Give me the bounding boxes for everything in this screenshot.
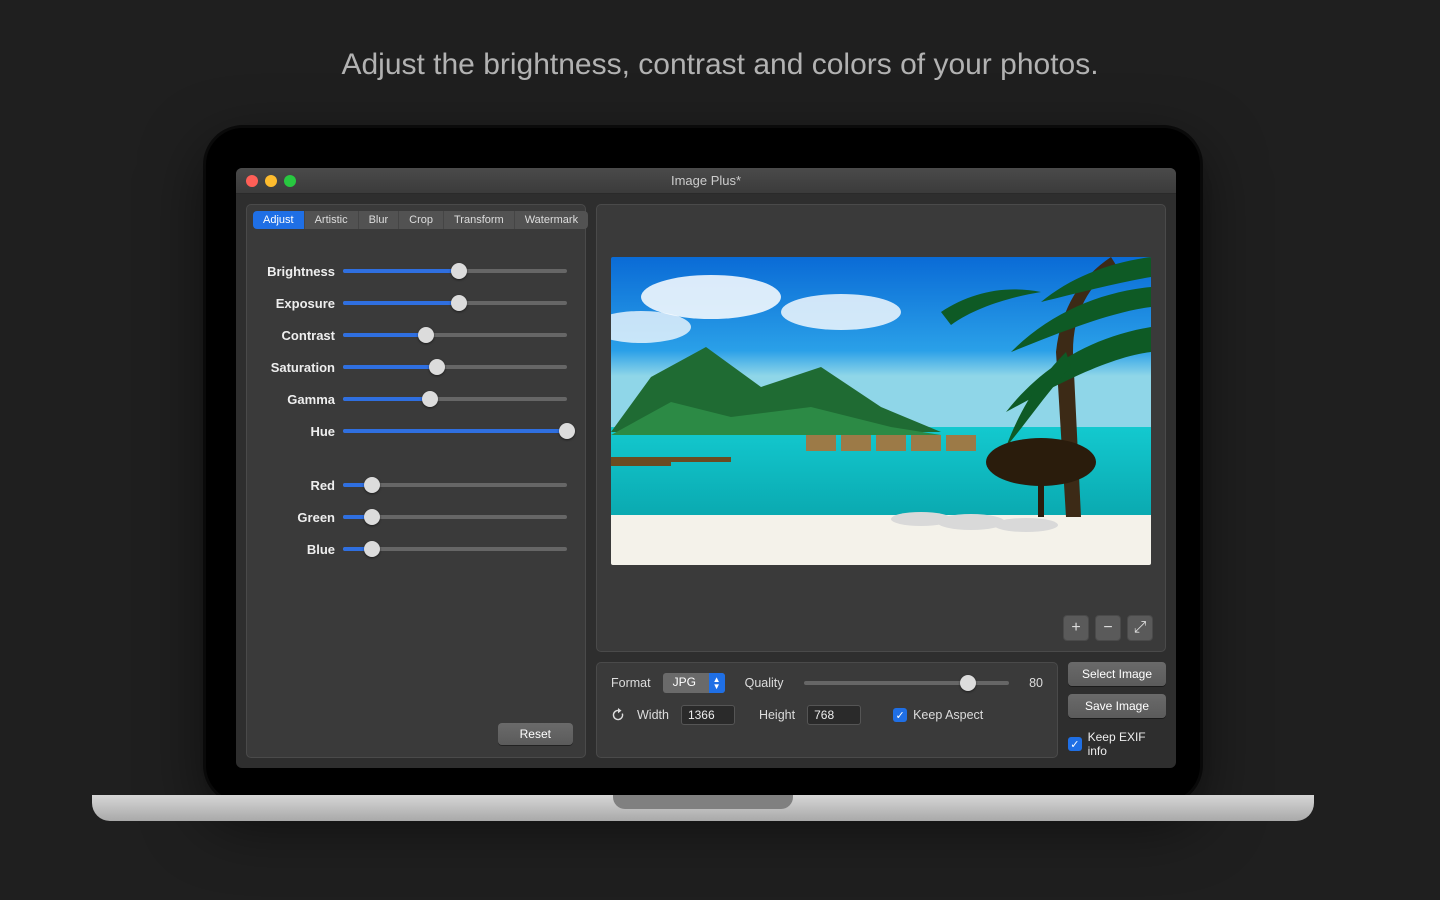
preview-image: [611, 257, 1151, 565]
slider-label-blue: Blue: [265, 542, 343, 557]
refresh-icon[interactable]: [611, 708, 625, 722]
keep-aspect-checkbox[interactable]: ✓ Keep Aspect: [893, 708, 983, 722]
height-label: Height: [759, 708, 795, 722]
check-icon: ✓: [1068, 737, 1082, 751]
keep-exif-checkbox[interactable]: ✓ Keep EXIF info: [1068, 730, 1166, 758]
check-icon: ✓: [893, 708, 907, 722]
reset-button[interactable]: Reset: [498, 723, 573, 745]
slider-exposure[interactable]: [343, 301, 567, 305]
slider-label-brightness: Brightness: [265, 264, 343, 279]
slider-contrast[interactable]: [343, 333, 567, 337]
zoom-out-button[interactable]: −: [1095, 615, 1121, 641]
tab-watermark[interactable]: Watermark: [515, 211, 588, 229]
slider-hue[interactable]: [343, 429, 567, 433]
app-window: Image Plus* AdjustArtisticBlurCropTransf…: [236, 168, 1176, 768]
tab-blur[interactable]: Blur: [359, 211, 400, 229]
zoom-in-button[interactable]: +: [1063, 615, 1089, 641]
slider-label-saturation: Saturation: [265, 360, 343, 375]
adjust-panel: AdjustArtisticBlurCropTransformWatermark…: [246, 204, 586, 758]
slider-gamma[interactable]: [343, 397, 567, 401]
slider-saturation[interactable]: [343, 365, 567, 369]
tab-crop[interactable]: Crop: [399, 211, 444, 229]
slider-label-red: Red: [265, 478, 343, 493]
laptop-base: [92, 795, 1314, 821]
slider-label-hue: Hue: [265, 424, 343, 439]
height-input[interactable]: [807, 705, 861, 725]
quality-label: Quality: [745, 676, 784, 690]
quality-value: 80: [1029, 676, 1043, 690]
select-image-button[interactable]: Select Image: [1068, 662, 1166, 686]
width-input[interactable]: [681, 705, 735, 725]
slider-green[interactable]: [343, 515, 567, 519]
sliders-area: Brightness Exposure Contrast Saturation Gamm…: [247, 235, 585, 573]
tab-artistic[interactable]: Artistic: [305, 211, 359, 229]
slider-brightness[interactable]: [343, 269, 567, 273]
quality-slider[interactable]: [804, 681, 1010, 685]
slider-blue[interactable]: [343, 547, 567, 551]
laptop-frame: Image Plus* AdjustArtisticBlurCropTransf…: [203, 125, 1203, 805]
format-label: Format: [611, 676, 651, 690]
zoom-fit-button[interactable]: ⤢: [1127, 615, 1153, 641]
tab-bar: AdjustArtisticBlurCropTransformWatermark: [253, 211, 579, 229]
output-params: Format JPG ▲▼ Quality 80: [596, 662, 1058, 758]
preview-panel: + − ⤢: [596, 204, 1166, 652]
titlebar: Image Plus*: [236, 168, 1176, 194]
format-select[interactable]: JPG ▲▼: [663, 673, 725, 693]
slider-red[interactable]: [343, 483, 567, 487]
slider-label-exposure: Exposure: [265, 296, 343, 311]
slider-label-gamma: Gamma: [265, 392, 343, 407]
save-image-button[interactable]: Save Image: [1068, 694, 1166, 718]
page-headline: Adjust the brightness, contrast and colo…: [0, 0, 1440, 82]
window-title: Image Plus*: [236, 173, 1176, 188]
slider-label-green: Green: [265, 510, 343, 525]
width-label: Width: [637, 708, 669, 722]
slider-label-contrast: Contrast: [265, 328, 343, 343]
chevron-updown-icon: ▲▼: [709, 673, 725, 693]
tab-adjust[interactable]: Adjust: [253, 211, 305, 229]
tab-transform[interactable]: Transform: [444, 211, 515, 229]
